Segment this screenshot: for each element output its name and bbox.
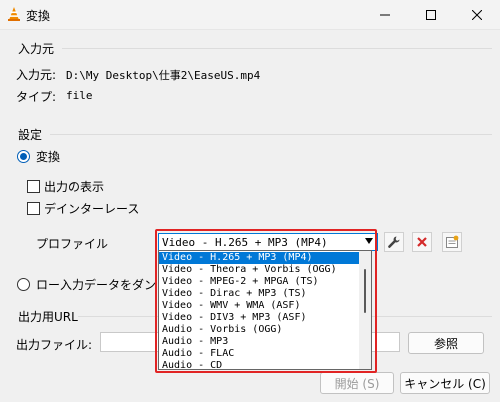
source-field-label: 入力元: <box>16 68 57 82</box>
close-button[interactable] <box>454 0 500 30</box>
delete-icon <box>417 237 427 247</box>
title-bar: 変換 <box>0 0 500 30</box>
type-field-label: タイプ: <box>16 90 57 104</box>
edit-profile-button[interactable] <box>384 232 404 252</box>
vlc-cone-icon <box>6 6 22 22</box>
minimize-icon <box>380 14 390 16</box>
deinterlace-checkbox[interactable] <box>27 202 40 215</box>
convert-radio[interactable] <box>17 150 30 163</box>
source-group-label: 入力元 <box>18 42 55 56</box>
settings-group-label: 設定 <box>18 128 43 142</box>
convert-radio-label: 変換 <box>36 150 61 164</box>
profile-label: プロファイル <box>36 237 109 251</box>
raw-dump-radio[interactable] <box>17 278 30 291</box>
maximize-icon <box>426 10 436 20</box>
raw-dump-label: ロー入力データをダン <box>36 278 157 292</box>
maximize-button[interactable] <box>408 0 454 30</box>
output-group-label: 出力用URL <box>18 310 78 324</box>
window-title: 変換 <box>26 9 51 23</box>
source-path-value: D:\My Desktop\仕事2\EaseUS.mp4 <box>66 69 261 82</box>
show-output-label: 出力の表示 <box>44 180 105 194</box>
highlight-annotation-box <box>155 229 377 373</box>
output-file-label: 出力ファイル: <box>16 338 93 352</box>
delete-profile-button[interactable] <box>412 232 432 252</box>
new-profile-button[interactable] <box>442 232 462 252</box>
deinterlace-label: デインターレース <box>44 202 140 216</box>
type-value: file <box>66 89 93 102</box>
cancel-button[interactable]: キャンセル (C) <box>400 372 490 394</box>
settings-group-divider <box>50 134 492 135</box>
minimize-button[interactable] <box>362 0 408 30</box>
source-group-divider <box>62 48 492 49</box>
show-output-checkbox[interactable] <box>27 180 40 193</box>
browse-button[interactable]: 参照 <box>408 332 484 354</box>
close-icon <box>472 10 482 20</box>
wrench-icon <box>388 236 400 248</box>
new-profile-icon <box>446 235 459 248</box>
start-button[interactable]: 開始 (S) <box>320 372 394 394</box>
